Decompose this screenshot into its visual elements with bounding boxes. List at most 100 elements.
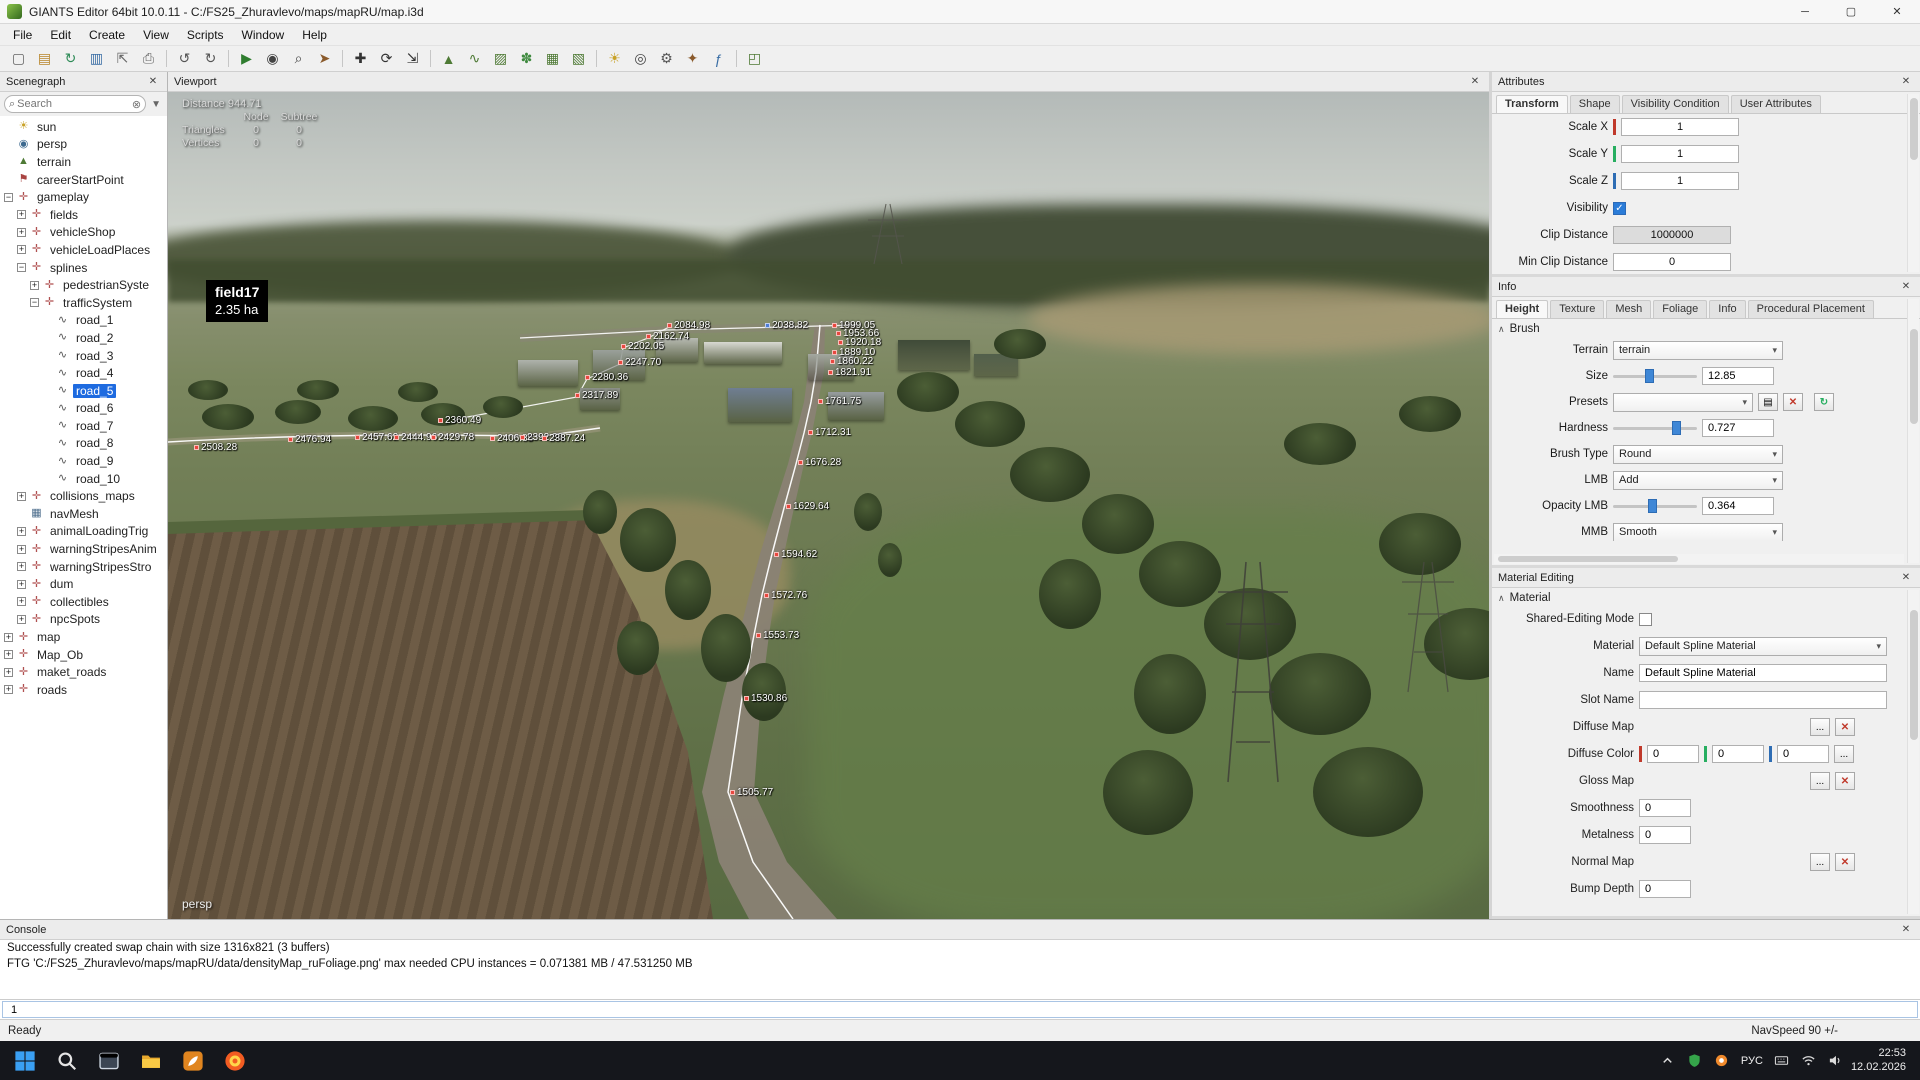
scenegraph-item-maket_roads[interactable]: +✛maket_roads — [0, 663, 167, 681]
redo-button[interactable]: ↻ — [198, 48, 223, 70]
spline-node-dot[interactable] — [646, 334, 651, 339]
scale-x-field[interactable] — [1621, 118, 1739, 136]
scenegraph-item-navMesh[interactable]: ▦navMesh — [0, 505, 167, 523]
scenegraph-item-terrain[interactable]: ▲terrain — [0, 153, 167, 171]
script-editor-button[interactable]: ƒ — [706, 48, 731, 70]
metalness-field[interactable] — [1639, 826, 1691, 844]
close-icon[interactable]: ✕ — [1898, 572, 1914, 583]
spline-node-dot[interactable] — [836, 331, 841, 336]
spline-node-dot[interactable] — [585, 375, 590, 380]
opacity-lmb-field[interactable] — [1702, 497, 1774, 515]
scenegraph-item-careerStartPoint[interactable]: ⚑careerStartPoint — [0, 171, 167, 189]
scenegraph-item-road_5[interactable]: ∿road_5 — [0, 382, 167, 400]
scenegraph-item-road_2[interactable]: ∿road_2 — [0, 329, 167, 347]
spline-node-dot[interactable] — [730, 790, 735, 795]
plugins-button[interactable]: ✦ — [680, 48, 705, 70]
close-button[interactable]: ✕ — [1874, 0, 1920, 23]
scenegraph-item-Map_Ob[interactable]: +✛Map_Ob — [0, 646, 167, 664]
info-tab-mesh[interactable]: Mesh — [1606, 300, 1651, 318]
diffuse-map-remove-button[interactable]: ✕ — [1835, 718, 1855, 736]
lmb-dropdown[interactable]: Add▾ — [1613, 471, 1783, 490]
scale-button[interactable]: ⇲ — [400, 48, 425, 70]
taskbar-clock[interactable]: 22:53 12.02.2026 — [1851, 1047, 1906, 1074]
hidden-icons-button[interactable] — [1657, 1046, 1679, 1076]
diffuse-color-picker-button[interactable]: ... — [1834, 745, 1854, 763]
network-icon[interactable] — [1798, 1046, 1820, 1076]
scenegraph-item-vehicleLoadPlaces[interactable]: +✛vehicleLoadPlaces — [0, 241, 167, 259]
spline-node-dot[interactable] — [194, 445, 199, 450]
normal-map-browse-button[interactable]: ... — [1810, 853, 1830, 871]
menu-help[interactable]: Help — [293, 25, 336, 45]
opacity-lmb-slider[interactable] — [1613, 497, 1697, 515]
select-button[interactable]: ➤ — [312, 48, 337, 70]
console-log[interactable]: Successfully created swap chain with siz… — [0, 940, 1920, 999]
scenegraph-item-road_8[interactable]: ∿road_8 — [0, 435, 167, 453]
terrain-paint-button[interactable]: ▨ — [488, 48, 513, 70]
expand-icon[interactable]: + — [4, 633, 13, 642]
hardness-field[interactable] — [1702, 419, 1774, 437]
clip-distance-field[interactable] — [1613, 226, 1731, 244]
spline-node-dot[interactable] — [438, 418, 443, 423]
spline-node-dot[interactable] — [621, 344, 626, 349]
scenegraph-item-pedestrianSyste[interactable]: +✛pedestrianSyste — [0, 276, 167, 294]
terrain-tools-button[interactable]: ◰ — [742, 48, 767, 70]
scenegraph-item-fields[interactable]: +✛fields — [0, 206, 167, 224]
task-view-button[interactable] — [90, 1044, 128, 1077]
render-mode-button[interactable]: ◎ — [628, 48, 653, 70]
terrain-info-button[interactable]: ▧ — [566, 48, 591, 70]
scrollbar[interactable] — [1907, 299, 1919, 563]
scenegraph-item-road_6[interactable]: ∿road_6 — [0, 400, 167, 418]
size-slider[interactable] — [1613, 367, 1697, 385]
save-button[interactable]: ▥ — [84, 48, 109, 70]
expand-icon[interactable]: + — [4, 685, 13, 694]
info-tab-texture[interactable]: Texture — [1550, 300, 1604, 318]
material-name-field[interactable] — [1639, 664, 1887, 682]
diffuse-g-field[interactable] — [1712, 745, 1764, 763]
scrollbar[interactable] — [1907, 94, 1919, 272]
scenegraph-item-sun[interactable]: ☀sun — [0, 118, 167, 136]
bump-depth-field[interactable] — [1639, 880, 1691, 898]
scenegraph-item-splines[interactable]: −✛splines — [0, 259, 167, 277]
language-indicator[interactable]: РУС — [1738, 1046, 1766, 1076]
close-icon[interactable]: ✕ — [1898, 281, 1914, 292]
scenegraph-item-map[interactable]: +✛map — [0, 628, 167, 646]
settings-button[interactable]: ⚙ — [654, 48, 679, 70]
collapse-icon[interactable]: − — [30, 298, 39, 307]
info-tab-height[interactable]: Height — [1496, 300, 1548, 318]
undo-button[interactable]: ↺ — [172, 48, 197, 70]
spline-node-dot[interactable] — [786, 504, 791, 509]
spline-node-dot[interactable] — [830, 359, 835, 364]
show-hide-button[interactable]: ◉ — [260, 48, 285, 70]
delete-preset-button[interactable]: ✕ — [1783, 393, 1803, 411]
normal-map-remove-button[interactable]: ✕ — [1835, 853, 1855, 871]
scenegraph-item-road_7[interactable]: ∿road_7 — [0, 417, 167, 435]
menu-edit[interactable]: Edit — [41, 25, 80, 45]
hardness-slider[interactable] — [1613, 419, 1697, 437]
move-button[interactable]: ✚ — [348, 48, 373, 70]
expand-icon[interactable]: + — [17, 527, 26, 536]
visibility-checkbox[interactable]: ✓ — [1613, 202, 1626, 215]
diffuse-map-browse-button[interactable]: ... — [1810, 718, 1830, 736]
scenegraph-item-warningStripesStro[interactable]: +✛warningStripesStro — [0, 558, 167, 576]
mmb-dropdown[interactable]: Smooth▾ — [1613, 523, 1783, 542]
expand-icon[interactable]: + — [30, 281, 39, 290]
diffuse-b-field[interactable] — [1777, 745, 1829, 763]
close-icon[interactable]: ✕ — [145, 76, 161, 87]
scale-z-field[interactable] — [1621, 172, 1739, 190]
scenegraph-item-road_3[interactable]: ∿road_3 — [0, 347, 167, 365]
material-section-header[interactable]: ∧ Material — [1492, 588, 1920, 606]
scenegraph-item-persp[interactable]: ◉persp — [0, 136, 167, 154]
spline-node-dot[interactable] — [288, 437, 293, 442]
tray-app-icon[interactable] — [1711, 1046, 1733, 1076]
scenegraph-item-vehicleShop[interactable]: +✛vehicleShop — [0, 224, 167, 242]
new-file-button[interactable]: ▢ — [6, 48, 31, 70]
gloss-map-remove-button[interactable]: ✕ — [1835, 772, 1855, 790]
scenegraph-item-road_9[interactable]: ∿road_9 — [0, 452, 167, 470]
scenegraph-item-npcSpots[interactable]: +✛npcSpots — [0, 611, 167, 629]
close-icon[interactable]: ✕ — [1467, 76, 1483, 87]
shared-editing-checkbox[interactable] — [1639, 613, 1652, 626]
expand-icon[interactable]: + — [17, 228, 26, 237]
info-tab-foliage[interactable]: Foliage — [1653, 300, 1707, 318]
scenegraph-item-road_4[interactable]: ∿road_4 — [0, 364, 167, 382]
expand-icon[interactable]: + — [4, 650, 13, 659]
